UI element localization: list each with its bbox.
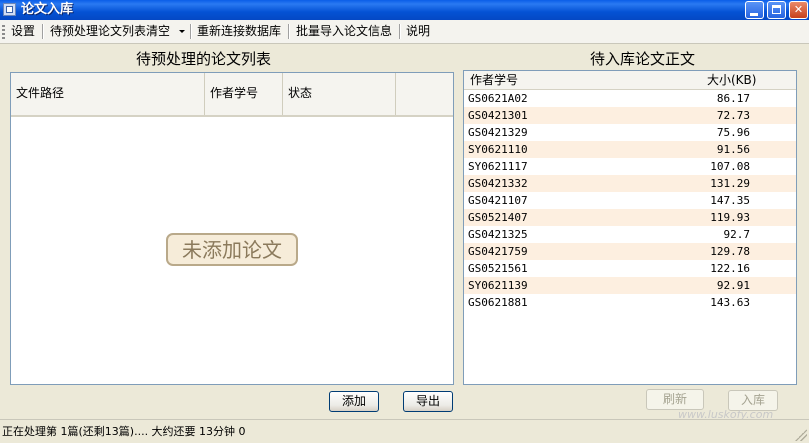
table-row[interactable]: GS0621A02 86.17: [464, 90, 796, 107]
minimize-icon: [750, 13, 758, 16]
menu-bar: 设置 待预处理论文列表清空 重新连接数据库 批量导入论文信息 说明: [0, 20, 809, 44]
menu-clear-pending[interactable]: 待预处理论文列表清空: [50, 20, 170, 43]
menu-help[interactable]: 说明: [406, 20, 430, 43]
status-bar: 正在处理第 1篇(还剩13篇).... 大约还要 13分钟 0: [0, 419, 809, 443]
window-title: 论文入库: [21, 2, 74, 17]
table-row[interactable]: GS0421325 92.7: [464, 226, 796, 243]
cell-size: 129.78: [710, 245, 750, 258]
menu-batch-import[interactable]: 批量导入论文信息: [296, 20, 392, 43]
cell-author-id: GS0421759: [468, 245, 528, 258]
import-rows: GS0621A02 86.17 GS0421301 72.73 GS0421329 7…: [464, 90, 796, 311]
cell-author-id: GS0421107: [468, 194, 528, 207]
export-button[interactable]: 导出: [403, 391, 453, 412]
pending-list-heading: 待预处理的论文列表: [136, 50, 272, 68]
cell-size: 147.35: [710, 194, 750, 207]
cell-size: 122.16: [710, 262, 750, 275]
column-author-id[interactable]: 作者学号: [470, 71, 518, 89]
table-row[interactable]: GS0421759 129.78: [464, 243, 796, 260]
close-icon: ✕: [793, 3, 804, 16]
cell-author-id: GS0421332: [468, 177, 528, 190]
cell-size: 143.63: [710, 296, 750, 309]
cell-author-id: SY0621110: [468, 143, 528, 156]
table-row[interactable]: GS0521561 122.16: [464, 260, 796, 277]
column-author-id[interactable]: 作者学号: [205, 73, 283, 115]
cell-size: 131.29: [710, 177, 750, 190]
cell-size: 86.17: [716, 92, 750, 105]
menu-separator: [42, 24, 44, 39]
maximize-button[interactable]: [767, 1, 786, 19]
table-row[interactable]: GS0621881 143.63: [464, 294, 796, 311]
cell-size: 72.73: [716, 109, 750, 122]
cell-size: 119.93: [710, 211, 750, 224]
menu-settings[interactable]: 设置: [11, 20, 35, 43]
table-row[interactable]: SY0621110 91.56: [464, 141, 796, 158]
cell-author-id: GS0621A02: [468, 92, 528, 105]
pending-list-header: 文件路径 作者学号 状态: [11, 73, 453, 117]
menu-separator: [288, 24, 290, 39]
add-button[interactable]: 添加: [329, 391, 379, 412]
column-size-kb[interactable]: 大小(KB): [707, 71, 756, 89]
cell-size: 91.56: [716, 143, 750, 156]
cell-size: 92.7: [723, 228, 751, 241]
empty-list-note: 未添加论文: [166, 233, 298, 266]
cell-author-id: GS0421329: [468, 126, 528, 139]
status-text: 正在处理第 1篇(还剩13篇).... 大约还要 13分钟 0: [2, 425, 246, 438]
maximize-icon: [772, 5, 781, 14]
table-row[interactable]: GS0521407 119.93: [464, 209, 796, 226]
table-row[interactable]: GS0421332 131.29: [464, 175, 796, 192]
table-row[interactable]: GS0421107 147.35: [464, 192, 796, 209]
import-list-heading: 待入库论文正文: [590, 50, 696, 68]
minimize-button[interactable]: [745, 1, 764, 19]
table-row[interactable]: SY0621117 107.08: [464, 158, 796, 175]
import-list[interactable]: 作者学号 大小(KB) GS0621A02 86.17 GS0421301 72.7…: [463, 70, 797, 385]
cell-size: 75.96: [716, 126, 750, 139]
cell-author-id: GS0621881: [468, 296, 528, 309]
cell-author-id: GS0421301: [468, 109, 528, 122]
menu-separator: [190, 24, 192, 39]
cell-author-id: SY0621139: [468, 279, 528, 292]
resize-grip-icon[interactable]: [795, 429, 807, 441]
menu-separator: [399, 24, 401, 39]
title-bar: 论文入库 ✕: [0, 0, 809, 20]
cell-author-id: GS0521407: [468, 211, 528, 224]
chevron-down-icon[interactable]: [179, 30, 185, 33]
pending-list[interactable]: 文件路径 作者学号 状态 未添加论文: [10, 72, 454, 385]
column-file-path[interactable]: 文件路径: [11, 73, 205, 115]
cell-author-id: SY0621117: [468, 160, 528, 173]
toolbar-grip-icon[interactable]: [2, 25, 5, 39]
menu-reconnect-db[interactable]: 重新连接数据库: [197, 20, 281, 43]
column-status[interactable]: 状态: [283, 73, 396, 115]
cell-size: 92.91: [716, 279, 750, 292]
table-row[interactable]: GS0421301 72.73: [464, 107, 796, 124]
table-row[interactable]: SY0621139 92.91: [464, 277, 796, 294]
app-icon[interactable]: [3, 3, 16, 16]
import-list-header: 作者学号 大小(KB): [464, 71, 796, 90]
cell-author-id: GS0421325: [468, 228, 528, 241]
cell-author-id: GS0521561: [468, 262, 528, 275]
close-button[interactable]: ✕: [789, 1, 808, 19]
refresh-button[interactable]: 刷新: [646, 389, 704, 410]
cell-size: 107.08: [710, 160, 750, 173]
table-row[interactable]: GS0421329 75.96: [464, 124, 796, 141]
